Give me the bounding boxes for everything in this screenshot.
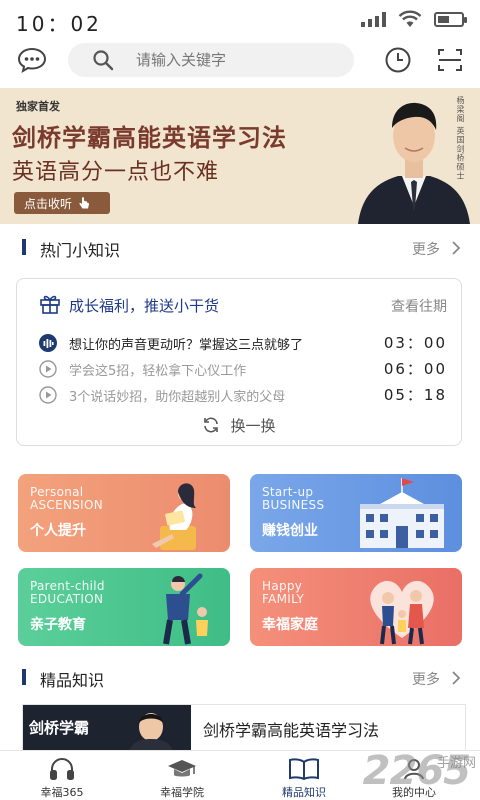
headphones-icon <box>50 758 74 780</box>
history-clock-icon[interactable] <box>382 44 414 76</box>
category-tile-family[interactable]: Happy FAMILY 幸福家庭 <box>250 568 462 646</box>
refresh-icon <box>204 417 219 433</box>
knowledge-item-title: 想让你的声音更动听？掌握这三点就够了 <box>69 338 304 353</box>
search-input[interactable] <box>136 51 336 69</box>
promo-banner[interactable]: 独家首发 剑桥学霸高能英语学习法 英语高分一点也不难 点击收听 杨梁阁 英国剑桥… <box>0 88 480 224</box>
banner-title: 剑桥学霸高能英语学习法 <box>12 124 287 152</box>
refresh-label: 换一换 <box>230 416 276 435</box>
view-history-link[interactable]: 查看往期 <box>391 296 447 316</box>
battery-icon <box>434 11 467 27</box>
knowledge-item[interactable]: 3个说话妙招，助你超越别人家的父母 05：18 <box>17 383 461 409</box>
course-thumbnail-text: 剑桥学霸 <box>29 719 90 737</box>
tab-happiness365[interactable]: 幸福365 <box>14 751 110 800</box>
search-row <box>0 40 480 80</box>
tile-english-label: Parent-child EDUCATION <box>30 580 105 606</box>
search-box[interactable] <box>68 43 354 77</box>
hot-section-header: 热门小知识 更多 <box>0 232 480 262</box>
open-book-icon <box>289 758 319 781</box>
listen-button-label: 点击收听 <box>24 196 73 211</box>
tab-academy[interactable]: 幸福学院 <box>134 751 230 800</box>
tile-english-line-2: EDUCATION <box>30 592 104 606</box>
tile-english-label: Start-up BUSINESS <box>262 486 324 512</box>
pointer-hand-icon <box>79 196 90 208</box>
category-tile-business[interactable]: Start-up BUSINESS 赚钱创业 <box>250 474 462 552</box>
tile-english-line-2: BUSINESS <box>262 498 325 512</box>
wifi-icon <box>398 10 422 27</box>
category-tile-education[interactable]: Parent-child EDUCATION 亲子教育 <box>18 568 230 646</box>
tile-chinese-label: 赚钱创业 <box>262 523 318 539</box>
knowledge-item-duration: 03：00 <box>383 334 447 352</box>
message-icon[interactable] <box>16 44 48 76</box>
course-thumbnail: 剑桥学霸 <box>23 705 191 750</box>
tile-chinese-label: 个人提升 <box>30 523 86 539</box>
search-icon <box>92 49 114 71</box>
knowledge-card-header: 成长福利，推送小干货 查看往期 <box>17 293 461 317</box>
reading-woman-illustration <box>152 483 196 550</box>
play-icon <box>39 386 57 404</box>
banner-tag: 独家首发 <box>16 100 60 113</box>
premium-section-header: 精品知识 更多 <box>0 662 480 692</box>
premium-more-link[interactable]: 更多 <box>412 669 440 689</box>
knowledge-item-title: 学会这5招，轻松拿下心仪工作 <box>69 364 247 379</box>
play-icon <box>39 360 57 378</box>
tab-label: 精品知识 <box>282 786 326 799</box>
family-heart-illustration <box>370 580 434 645</box>
tile-english-line-2: FAMILY <box>262 592 305 606</box>
category-tile-personal[interactable]: Personal ASCENSION 个人提升 <box>18 474 230 552</box>
knowledge-item[interactable]: 学会这5招，轻松拿下心仪工作 06：00 <box>17 357 461 383</box>
status-bar: 10：02 <box>0 0 480 40</box>
chevron-right-icon[interactable] <box>450 670 462 686</box>
section-accent-bar <box>22 669 26 685</box>
instructor-photo <box>129 713 173 750</box>
hot-section-title: 热门小知识 <box>40 241 121 260</box>
knowledge-item-title: 3个说话妙招，助你超越别人家的父母 <box>69 390 286 405</box>
signal-icon <box>361 11 386 27</box>
tile-english-line-1: Parent-child <box>30 579 105 593</box>
section-accent-bar <box>22 239 26 255</box>
knowledge-card-title: 成长福利，推送小干货 <box>69 297 220 315</box>
course-title: 剑桥学霸高能英语学习法 <box>203 721 380 740</box>
knowledge-item-duration: 06：00 <box>383 360 447 378</box>
school-building-illustration <box>360 478 444 548</box>
chevron-right-icon[interactable] <box>450 240 462 256</box>
parent-child-illustration <box>163 573 208 645</box>
tile-chinese-label: 幸福家庭 <box>262 617 318 633</box>
tab-premium-knowledge[interactable]: 精品知识 <box>256 751 352 800</box>
tile-chinese-label: 亲子教育 <box>30 617 86 633</box>
premium-section-title: 精品知识 <box>40 671 105 690</box>
tile-english-line-2: ASCENSION <box>30 498 104 512</box>
tab-label: 幸福学院 <box>160 786 204 799</box>
refresh-button[interactable]: 换一换 <box>17 413 461 437</box>
banner-subtitle: 英语高分一点也不难 <box>12 160 220 185</box>
tile-english-line-1: Start-up <box>262 485 314 499</box>
banner-vertical-caption: 杨梁阁 英国剑桥硕士 <box>456 96 465 181</box>
listen-button[interactable]: 点击收听 <box>14 192 110 214</box>
status-time: 10：02 <box>16 12 102 36</box>
premium-course-card[interactable]: 剑桥学霸 剑桥学霸高能英语学习法 <box>22 704 466 750</box>
tile-english-line-1: Personal <box>30 485 84 499</box>
knowledge-card: 成长福利，推送小干货 查看往期 想让你的声音更动听？掌握这三点就够了 03：00… <box>16 278 462 446</box>
tile-english-label: Personal ASCENSION <box>30 486 103 512</box>
audio-playing-icon <box>39 334 57 352</box>
tab-label: 幸福365 <box>40 786 84 799</box>
hot-more-link[interactable]: 更多 <box>412 239 440 259</box>
status-icons <box>361 10 467 28</box>
knowledge-item[interactable]: 想让你的声音更动听？掌握这三点就够了 03：00 <box>17 331 461 357</box>
knowledge-item-duration: 05：18 <box>383 386 447 404</box>
graduation-cap-icon <box>168 760 196 777</box>
watermark-sub: 手游网 <box>436 756 476 771</box>
scan-icon[interactable] <box>434 44 466 76</box>
tile-english-label: Happy FAMILY <box>262 580 304 606</box>
gift-icon <box>40 295 60 314</box>
tile-english-line-1: Happy <box>262 579 303 593</box>
